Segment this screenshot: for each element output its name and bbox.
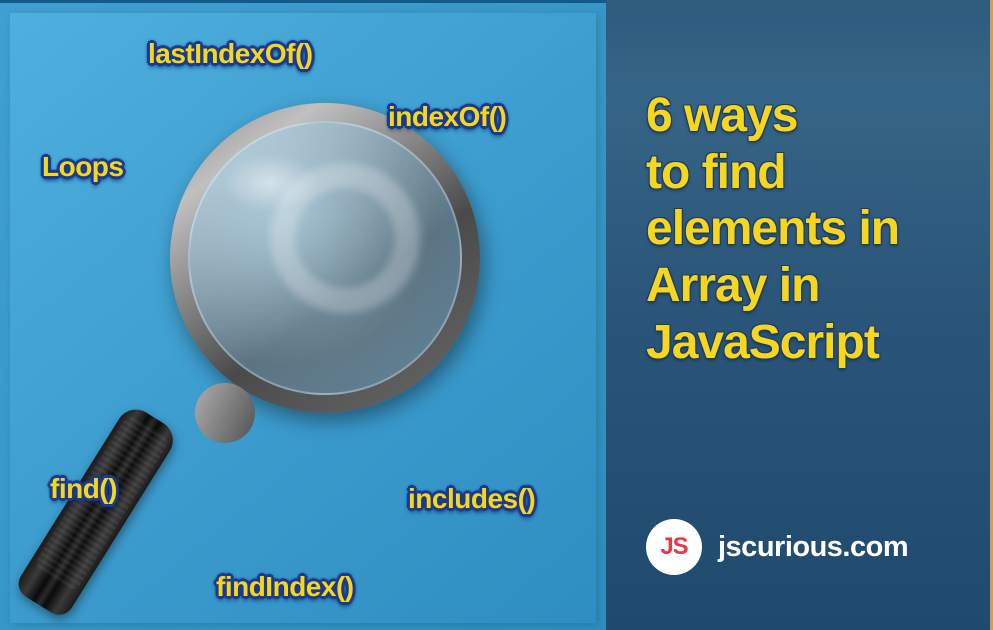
brand-container: JS jscurious.com [646,519,908,575]
article-title: 6 ways to find elements in Array in Java… [646,88,963,371]
title-line-3: elements in [646,201,963,258]
right-panel: 6 ways to find elements in Array in Java… [606,0,993,630]
brand-logo-icon: JS [646,519,702,575]
lens-highlight [220,153,320,213]
brand-logo-text: JS [660,533,687,561]
brand-name: jscurious.com [718,531,908,564]
title-line-1: 6 ways [646,88,963,145]
title-line-4: Array in [646,258,963,315]
label-lastindexof: lastIndexOf() [148,38,313,70]
title-line-2: to find [646,145,963,202]
left-panel: lastIndexOf() indexOf() Loops find() inc… [0,0,606,630]
title-line-5: JavaScript [646,315,963,372]
lens-rim [170,103,480,413]
label-findindex: findIndex() [216,571,354,603]
label-find: find() [50,473,117,505]
label-loops: Loops [42,151,124,183]
label-indexof: indexOf() [388,101,506,133]
label-includes: includes() [408,483,535,515]
lens-glass [188,121,462,395]
